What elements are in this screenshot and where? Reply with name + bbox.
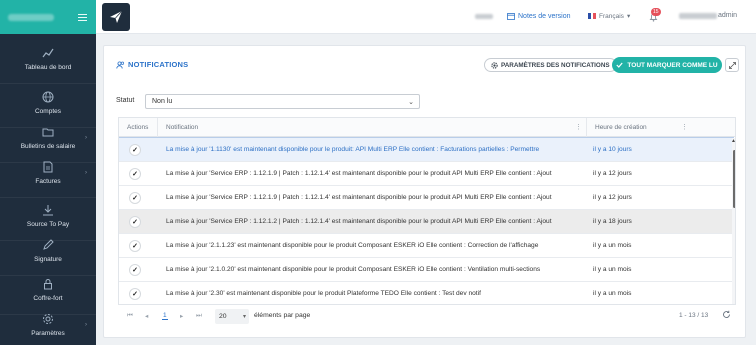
notification-time: il y a 12 jours (593, 170, 632, 177)
globe-icon (42, 91, 54, 102)
user-menu[interactable]: admin (679, 12, 737, 19)
notifications-table: Actions Notification ⋮ Heure de création… (118, 117, 736, 305)
folder-icon (42, 128, 54, 136)
calendar-icon (507, 13, 515, 20)
notification-message: La mise à jour '2.30' est maintenant dis… (166, 290, 481, 297)
sidebar-item-settings[interactable]: Paramètres › (0, 300, 96, 345)
notification-settings-label: PARAMÈTRES DES NOTIFICATIONS (501, 61, 610, 69)
chevron-down-icon: ▾ (626, 13, 631, 20)
column-menu-icon[interactable]: ⋮ (575, 123, 582, 131)
table-row[interactable]: ✓ La mise à jour 'Service ERP : 1.12.1.9… (119, 186, 733, 210)
sidebar-item-label: Factures (35, 177, 61, 185)
chevron-down-icon: ⌄ (408, 99, 414, 106)
next-page-icon[interactable]: ▸ (180, 312, 183, 320)
table-row[interactable]: ✓ La mise à jour 'Service ERP : 1.12.1.2… (119, 210, 733, 234)
language-selector[interactable]: Français ▾ (588, 12, 630, 20)
gear-icon (43, 314, 53, 324)
notification-time: il y a 18 jours (593, 218, 632, 225)
current-page[interactable]: 1 (162, 312, 168, 320)
mark-read-check-icon[interactable]: ✓ (129, 264, 141, 276)
sidebar: Tableau de bord Comptes Bulletins de sal… (0, 0, 96, 345)
first-page-icon[interactable]: ⏮ (127, 312, 133, 320)
table-header: Actions Notification ⋮ Heure de création… (119, 118, 735, 137)
chevron-right-icon: › (85, 170, 87, 176)
table-row[interactable]: ✓ La mise à jour '1.1130' est maintenant… (119, 137, 734, 163)
brand-logo (8, 13, 54, 21)
column-header-created[interactable]: Heure de création (595, 124, 647, 131)
item-count: 1 - 13 / 13 (679, 312, 709, 319)
column-header-actions[interactable]: Actions (127, 124, 148, 131)
page-size-select[interactable]: 20 ▾ (215, 309, 249, 324)
lock-icon (44, 278, 52, 289)
notification-time: il y a un mois (593, 242, 632, 249)
user-name-suffix: admin (718, 12, 738, 19)
sidebar-item-dashboard[interactable]: Tableau de bord (0, 34, 96, 84)
release-notes-link[interactable]: Notes de version (507, 12, 571, 20)
scrollbar-thumb[interactable] (733, 150, 735, 208)
notification-settings-button[interactable]: PARAMÈTRES DES NOTIFICATIONS (484, 58, 617, 72)
notification-time: il y a 12 jours (593, 194, 632, 201)
download-icon (43, 204, 53, 215)
mark-read-check-icon[interactable]: ✓ (129, 240, 141, 252)
mark-read-check-icon[interactable]: ✓ (129, 192, 141, 204)
mark-read-check-icon[interactable]: ✓ (129, 168, 141, 180)
notification-time: il y a un mois (593, 290, 632, 297)
notification-message: La mise à jour 'Service ERP : 1.12.1.9 |… (166, 194, 552, 201)
sidebar-item-label: Signature (34, 255, 62, 263)
release-notes-label: Notes de version (518, 12, 571, 20)
chart-icon (42, 48, 54, 57)
status-filter-select[interactable]: Non lu ⌄ (145, 94, 420, 109)
chevron-right-icon: › (85, 322, 87, 328)
language-label: Français (599, 12, 624, 20)
notification-message: La mise à jour '1.1130' est maintenant d… (166, 146, 540, 153)
column-header-notification[interactable]: Notification (166, 124, 198, 131)
table-row[interactable]: ✓ La mise à jour '2.1.1.23' est maintena… (119, 234, 733, 258)
gear-icon (491, 61, 498, 69)
table-row[interactable]: ✓ La mise à jour '2.1.0.20' est maintena… (119, 258, 733, 282)
table-row[interactable]: ✓ La mise à jour 'Service ERP : 1.12.1.9… (119, 162, 733, 186)
sidebar-item-label: Paramètres (31, 330, 65, 337)
refresh-icon[interactable] (722, 310, 731, 321)
notification-message: La mise à jour '2.1.1.23' est maintenant… (166, 242, 539, 249)
chevron-down-icon: ▾ (242, 314, 246, 320)
check-icon (616, 62, 624, 68)
mark-read-check-icon[interactable]: ✓ (129, 144, 141, 156)
table-row[interactable]: ✓ La mise à jour '2.30' est maintenant d… (119, 282, 733, 304)
expand-icon[interactable] (725, 58, 739, 72)
mark-all-read-label: TOUT MARQUER COMME LU (627, 61, 718, 69)
page-title: NOTIFICATIONS (116, 60, 188, 69)
sidebar-header (0, 0, 96, 34)
prev-page-icon[interactable]: ◂ (145, 312, 148, 320)
scroll-up-icon[interactable]: ▲ (731, 138, 735, 144)
french-flag-icon (588, 13, 597, 19)
page-size-label: éléments par page (254, 312, 311, 319)
paper-plane-icon (110, 10, 123, 23)
pen-icon (43, 238, 54, 250)
notification-time: il y a 10 jours (593, 146, 632, 153)
chevron-right-icon: › (85, 135, 87, 141)
menu-toggle-icon[interactable] (78, 13, 87, 21)
notification-message: La mise à jour 'Service ERP : 1.12.1.2 |… (166, 218, 552, 225)
notification-time: il y a un mois (593, 266, 632, 273)
blurred-text (475, 14, 493, 19)
mark-read-check-icon[interactable]: ✓ (129, 216, 141, 228)
page-size-value: 20 (219, 313, 227, 320)
blurred-username (679, 12, 717, 19)
last-page-icon[interactable]: ⏭ (196, 312, 202, 320)
notification-message: La mise à jour 'Service ERP : 1.12.1.9 |… (166, 170, 552, 177)
app-logo[interactable] (102, 3, 130, 31)
mark-read-check-icon[interactable]: ✓ (129, 288, 141, 300)
invoice-icon (43, 161, 53, 172)
topbar: Notes de version Français ▾ 15 admin (96, 0, 756, 34)
status-filter-label: Statut (116, 97, 135, 104)
sidebar-item-label: Tableau de bord (24, 63, 72, 71)
notification-count-badge: 15 (651, 8, 661, 16)
mark-all-read-button[interactable]: TOUT MARQUER COMME LU (612, 57, 722, 73)
pagination: ⏮ ◂ 1 ▸ ⏭ 20 ▾ éléments par page 1 - 13 … (118, 308, 736, 326)
status-filter-value: Non lu (152, 98, 173, 105)
column-menu-icon[interactable]: ⋮ (681, 123, 688, 131)
notification-message: La mise à jour '2.1.0.20' est maintenant… (166, 266, 541, 273)
notifications-card: NOTIFICATIONS PARAMÈTRES DES NOTIFICATIO… (103, 45, 746, 338)
users-icon (116, 60, 125, 69)
